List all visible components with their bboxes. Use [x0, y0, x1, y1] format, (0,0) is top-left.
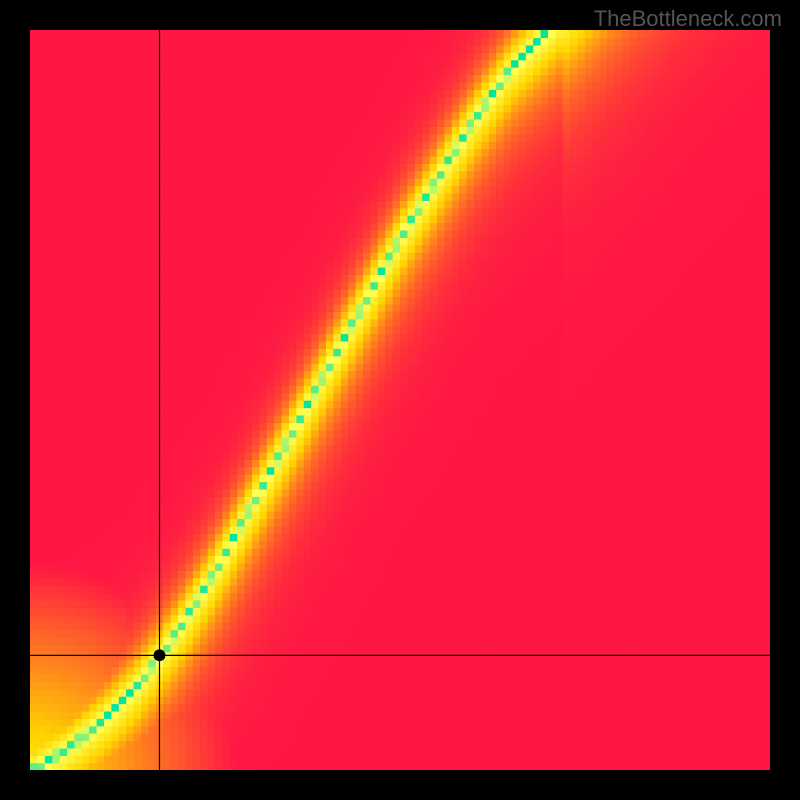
plot-area — [30, 30, 770, 770]
chart-root: TheBottleneck.com — [0, 0, 800, 800]
overlay-canvas — [30, 30, 770, 770]
watermark-text: TheBottleneck.com — [594, 6, 782, 32]
